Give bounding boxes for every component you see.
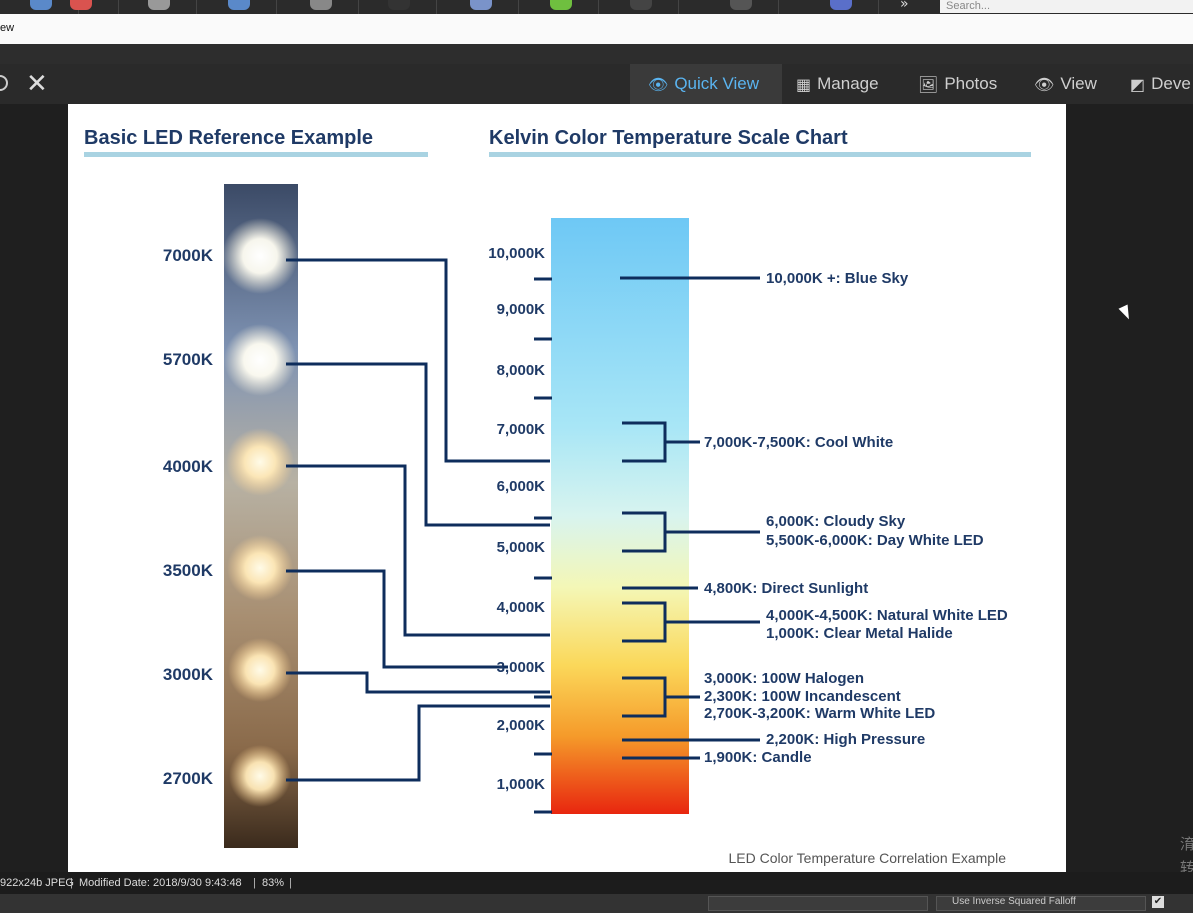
left-title-underline (84, 152, 428, 157)
led-glow (227, 535, 293, 601)
window-title: ew (0, 22, 15, 34)
led-glow (224, 324, 296, 396)
app-icon[interactable] (358, 0, 437, 14)
annotation: 7,000K-7,500K: Cool White (704, 434, 893, 451)
led-label: 2700K (163, 769, 214, 788)
led-label: 4000K (163, 457, 214, 476)
led-label: 7000K (163, 246, 214, 265)
tab-label: View (1060, 74, 1097, 93)
annotation: 10,000K +: Blue Sky (766, 270, 909, 287)
eye-icon: 👁 (1034, 74, 1055, 94)
led-glow (226, 428, 294, 496)
tab-label: Photos (944, 74, 998, 93)
modified-date: Modified Date: 2018/9/30 9:43:48 (79, 877, 242, 889)
annotation: 4,800K: Direct Sunlight (704, 580, 868, 597)
eye-icon: 👁 (648, 74, 669, 94)
annotation: 4,000K-4,500K: Natural White LED (766, 607, 1008, 624)
app-icon[interactable] (40, 0, 119, 14)
right-title: Kelvin Color Temperature Scale Chart (489, 127, 848, 149)
inverse-squared-falloff-label: Use Inverse Squared Falloff (952, 896, 1076, 907)
zoom-level[interactable]: 83% (262, 877, 284, 889)
annotation: 2,300K: 100W Incandescent (704, 688, 901, 705)
status-separator: | (289, 877, 292, 889)
annotation: 2,700K-3,200K: Warm White LED (704, 705, 935, 722)
taskbar: » Search... (0, 0, 1193, 14)
tab-view[interactable]: 👁 View (1016, 64, 1116, 104)
led-label: 5700K (163, 350, 214, 369)
annotation: 3,000K: 100W Halogen (704, 670, 864, 687)
annotation: 6,000K: Cloudy Sky (766, 513, 906, 530)
bottom-panel: Use Inverse Squared Falloff ✔ (0, 894, 1193, 913)
tab-manage[interactable]: ▦ Manage (778, 64, 900, 104)
side-text: 淯 (1180, 836, 1193, 853)
scale-tick-label: 6,000K (497, 478, 546, 495)
annotation: 2,200K: High Pressure (766, 731, 925, 748)
left-title: Basic LED Reference Example (84, 127, 373, 149)
led-label: 3000K (163, 665, 214, 684)
tab-label: Deve (1151, 74, 1191, 93)
tab-label: Quick View (674, 74, 760, 93)
annotation: 1,900K: Candle (704, 749, 812, 766)
tab-develop[interactable]: ◩ Deve (1112, 64, 1193, 104)
image-view: Basic LED Reference Example Kelvin Color… (68, 104, 1066, 872)
scale-tick-label: 9,000K (497, 301, 546, 318)
app-icon[interactable] (198, 0, 277, 14)
tab-quick-view[interactable]: 👁 Quick View (630, 64, 782, 104)
status-separator: | (70, 877, 73, 889)
annotation: 5,500K-6,000K: Day White LED (766, 532, 984, 549)
app-icon[interactable] (600, 0, 679, 14)
photos-icon: 🖼 (918, 74, 939, 94)
app-icon[interactable] (700, 0, 779, 14)
led-glow (228, 638, 292, 702)
led-chart-image: Basic LED Reference Example Kelvin Color… (84, 127, 1031, 866)
image-footer: LED Color Temperature Correlation Exampl… (728, 850, 1006, 866)
led-glow (229, 745, 291, 807)
panel-field[interactable] (708, 896, 928, 911)
viewer-toolbar: ✕ 👁 Quick View ▦ Manage 🖼 Photos 👁 View … (0, 64, 1193, 104)
led-glow (222, 218, 298, 294)
annotation: 1,000K: Clear Metal Halide (766, 625, 953, 642)
inverse-squared-falloff-checkbox[interactable]: ✔ (1152, 896, 1164, 908)
app-icon[interactable] (800, 0, 879, 14)
tab-label: Manage (817, 74, 879, 93)
scale-tick-label: 5,000K (497, 539, 546, 556)
scale-tick-label: 7,000K (497, 421, 546, 438)
scale-tick-label: 4,000K (497, 599, 546, 616)
close-icon[interactable]: ✕ (26, 70, 48, 98)
connector-lines (286, 258, 550, 782)
scale-tick-label: 10,000K (488, 245, 545, 262)
app-icon[interactable] (280, 0, 359, 14)
kelvin-scale-bar (551, 218, 689, 814)
title-bar: ew (0, 14, 1193, 44)
grid-icon: ▦ (796, 74, 812, 94)
scale-tick-label: 2,000K (497, 717, 546, 734)
more-icon[interactable]: » (900, 0, 909, 12)
search-input[interactable]: Search... (940, 0, 1193, 13)
status-separator: | (253, 877, 256, 889)
develop-icon: ◩ (1130, 74, 1146, 94)
led-label: 3500K (163, 561, 214, 580)
spacer-bar (0, 44, 1193, 64)
tab-photos[interactable]: 🖼 Photos (900, 64, 1018, 104)
scale-tick-label: 3,000K (497, 659, 546, 676)
right-title-underline (489, 152, 1031, 157)
app-icon[interactable] (440, 0, 519, 14)
app-icon[interactable] (520, 0, 599, 14)
status-bar: 922x24b JPEG | Modified Date: 2018/9/30 … (0, 872, 1193, 894)
app-icon[interactable] (118, 0, 197, 14)
scale-tick-label: 8,000K (497, 362, 546, 379)
image-dimensions: 922x24b JPEG (0, 877, 74, 889)
back-icon[interactable] (0, 75, 8, 91)
scale-tick-label: 1,000K (497, 776, 546, 793)
